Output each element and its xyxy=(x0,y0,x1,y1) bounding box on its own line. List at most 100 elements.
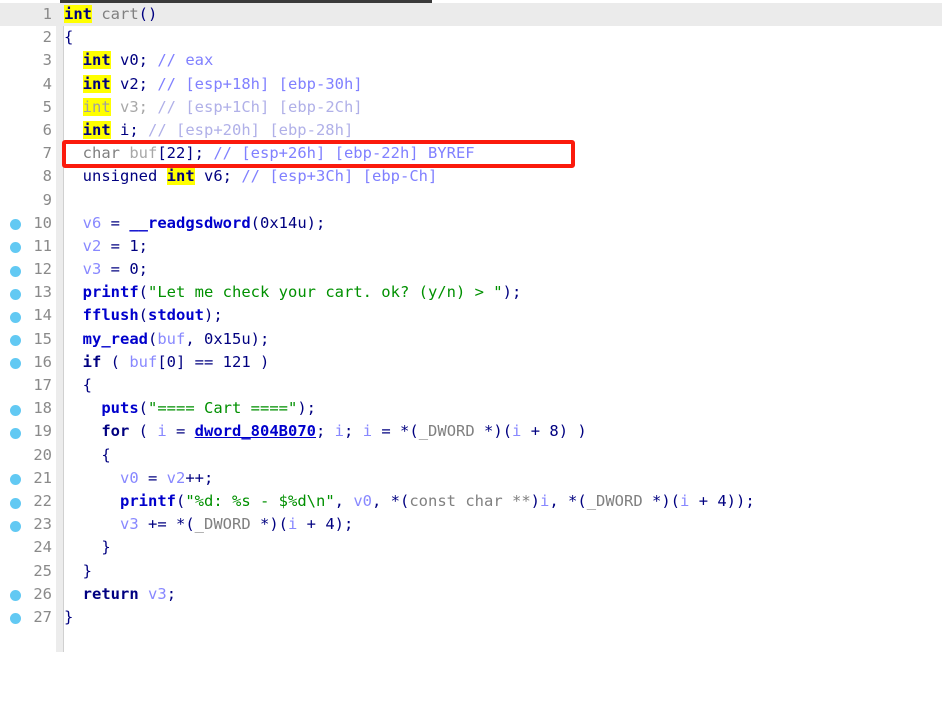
token-punct: [0] == 121 ) xyxy=(157,353,269,371)
token-string: "==== Cart ====" xyxy=(148,399,297,417)
token-punct: *)( xyxy=(643,492,680,510)
token-variable[interactable]: i xyxy=(157,422,166,440)
token-punct: ; xyxy=(344,422,363,440)
token-variable[interactable]: v3 xyxy=(120,515,139,533)
code-line[interactable]: 10 v6 = __readgsdword(0x14u); xyxy=(0,212,942,235)
token-function[interactable]: __readgsdword xyxy=(129,214,250,232)
token-variable[interactable]: v2 xyxy=(167,469,186,487)
token-punct: ); xyxy=(204,306,223,324)
line-content: int cart() xyxy=(64,3,157,26)
token-type: _DWORD xyxy=(587,492,643,510)
code-line[interactable]: 19 for ( i = dword_804B070; i; i = *(_DW… xyxy=(0,420,942,443)
token-symbol[interactable]: stdout xyxy=(148,306,204,324)
line-number: 13 xyxy=(0,281,52,304)
token-plain xyxy=(92,5,101,23)
token-function[interactable]: puts xyxy=(101,399,138,417)
code-line[interactable]: 13 printf("Let me check your cart. ok? (… xyxy=(0,281,942,304)
code-line[interactable]: 12 v3 = 0; xyxy=(0,258,942,281)
code-line[interactable]: 25 } xyxy=(0,560,942,583)
token-variable[interactable]: i xyxy=(288,515,297,533)
token-punct: v6; xyxy=(195,167,242,185)
token-variable[interactable]: v2 xyxy=(83,237,102,255)
code-line-annotated[interactable]: 7 char buf[22]; // [esp+26h] [ebp-22h] B… xyxy=(0,142,942,165)
line-number: 17 xyxy=(0,374,52,397)
code-line[interactable]: 3 int v0; // eax xyxy=(0,49,942,72)
line-number: 1 xyxy=(0,3,52,26)
token-function[interactable]: my_read xyxy=(83,330,148,348)
line-content: v6 = __readgsdword(0x14u); xyxy=(64,212,325,235)
token-keyword: if xyxy=(83,353,102,371)
token-punct: ( xyxy=(139,399,148,417)
token-punct: buf xyxy=(120,144,157,162)
code-line[interactable]: 26 return v3; xyxy=(0,583,942,606)
line-content: v3 += *(_DWORD *)(i + 4); xyxy=(64,513,353,536)
code-line[interactable]: 1 int cart() xyxy=(0,3,942,26)
token-comment: // [esp+3Ch] [ebp-Ch] xyxy=(241,167,437,185)
line-number: 26 xyxy=(0,583,52,606)
token-variable[interactable]: v3 xyxy=(83,260,102,278)
code-line[interactable]: 20 { xyxy=(0,444,942,467)
token-keyword: const xyxy=(409,492,456,510)
token-punct: ; xyxy=(167,585,176,603)
code-line[interactable]: 2 { xyxy=(0,26,942,49)
code-line[interactable]: 8 unsigned int v6; // [esp+3Ch] [ebp-Ch] xyxy=(0,165,942,188)
code-line[interactable]: 6 int i; // [esp+20h] [ebp-28h] xyxy=(0,119,942,142)
line-number: 11 xyxy=(0,235,52,258)
token-variable[interactable]: i xyxy=(335,422,344,440)
token-variable[interactable]: i xyxy=(680,492,689,510)
line-number: 14 xyxy=(0,304,52,327)
token-variable[interactable]: i xyxy=(363,422,372,440)
code-line[interactable]: 21 v0 = v2++; xyxy=(0,467,942,490)
line-content: printf("%d: %s - $%d\n", v0, *(const cha… xyxy=(64,490,755,513)
code-line[interactable]: 17 { xyxy=(0,374,942,397)
token-punct: () xyxy=(139,5,158,23)
token-punct: += *( xyxy=(139,515,195,533)
line-number: 12 xyxy=(0,258,52,281)
code-line[interactable]: 16 if ( buf[0] == 121 ) xyxy=(0,351,942,374)
code-line[interactable]: 27 } xyxy=(0,606,942,629)
code-line[interactable]: 5 int v3; // [esp+1Ch] [ebp-2Ch] xyxy=(0,96,942,119)
code-line[interactable]: 18 puts("==== Cart ===="); xyxy=(0,397,942,420)
token-punct: ++; xyxy=(185,469,213,487)
code-line[interactable]: 15 my_read(buf, 0x15u); xyxy=(0,328,942,351)
token-punct: v2; xyxy=(111,75,158,93)
token-punct: = xyxy=(167,422,195,440)
token-variable[interactable]: v0 xyxy=(120,469,139,487)
line-number: 20 xyxy=(0,444,52,467)
line-content: } xyxy=(64,606,73,629)
pseudocode-editor[interactable]: 1 int cart() 2 { 3 int v0; // eax 4 int … xyxy=(0,3,942,652)
line-number: 5 xyxy=(0,96,52,119)
token-function[interactable]: printf xyxy=(83,283,139,301)
token-variable[interactable]: i xyxy=(540,492,549,510)
token-keyword: int xyxy=(167,167,195,185)
token-punct: + 8) ) xyxy=(521,422,586,440)
token-keyword: return xyxy=(83,585,139,603)
token-punct: ( xyxy=(101,353,129,371)
code-line[interactable]: 11 v2 = 1; xyxy=(0,235,942,258)
line-content: for ( i = dword_804B070; i; i = *(_DWORD… xyxy=(64,420,587,443)
token-variable[interactable]: v6 xyxy=(83,214,102,232)
token-variable[interactable]: i xyxy=(512,422,521,440)
line-number: 24 xyxy=(0,536,52,559)
code-line[interactable]: 4 int v2; // [esp+18h] [ebp-30h] xyxy=(0,73,942,96)
token-punct: , xyxy=(335,492,354,510)
line-content: v2 = 1; xyxy=(64,235,148,258)
token-variable[interactable]: v0 xyxy=(353,492,372,510)
token-variable[interactable]: buf xyxy=(129,353,157,371)
token-punct: ( xyxy=(139,306,148,324)
code-line[interactable]: 22 printf("%d: %s - $%d\n", v0, *(const … xyxy=(0,490,942,513)
code-line[interactable]: 24 } xyxy=(0,536,942,559)
line-number: 3 xyxy=(0,49,52,72)
code-line[interactable]: 23 v3 += *(_DWORD *)(i + 4); xyxy=(0,513,942,536)
token-variable[interactable]: buf xyxy=(157,330,185,348)
token-data-reference[interactable]: dword_804B070 xyxy=(195,422,316,440)
code-line[interactable]: 9 xyxy=(0,189,942,212)
token-variable[interactable]: v3 xyxy=(148,585,167,603)
token-function[interactable]: printf xyxy=(120,492,176,510)
token-function[interactable]: fflush xyxy=(83,306,139,324)
line-content: v0 = v2++; xyxy=(64,467,213,490)
line-content: { xyxy=(64,444,111,467)
line-content: } xyxy=(64,560,92,583)
code-line[interactable]: 14 fflush(stdout); xyxy=(0,304,942,327)
token-function-name[interactable]: cart xyxy=(101,5,138,23)
